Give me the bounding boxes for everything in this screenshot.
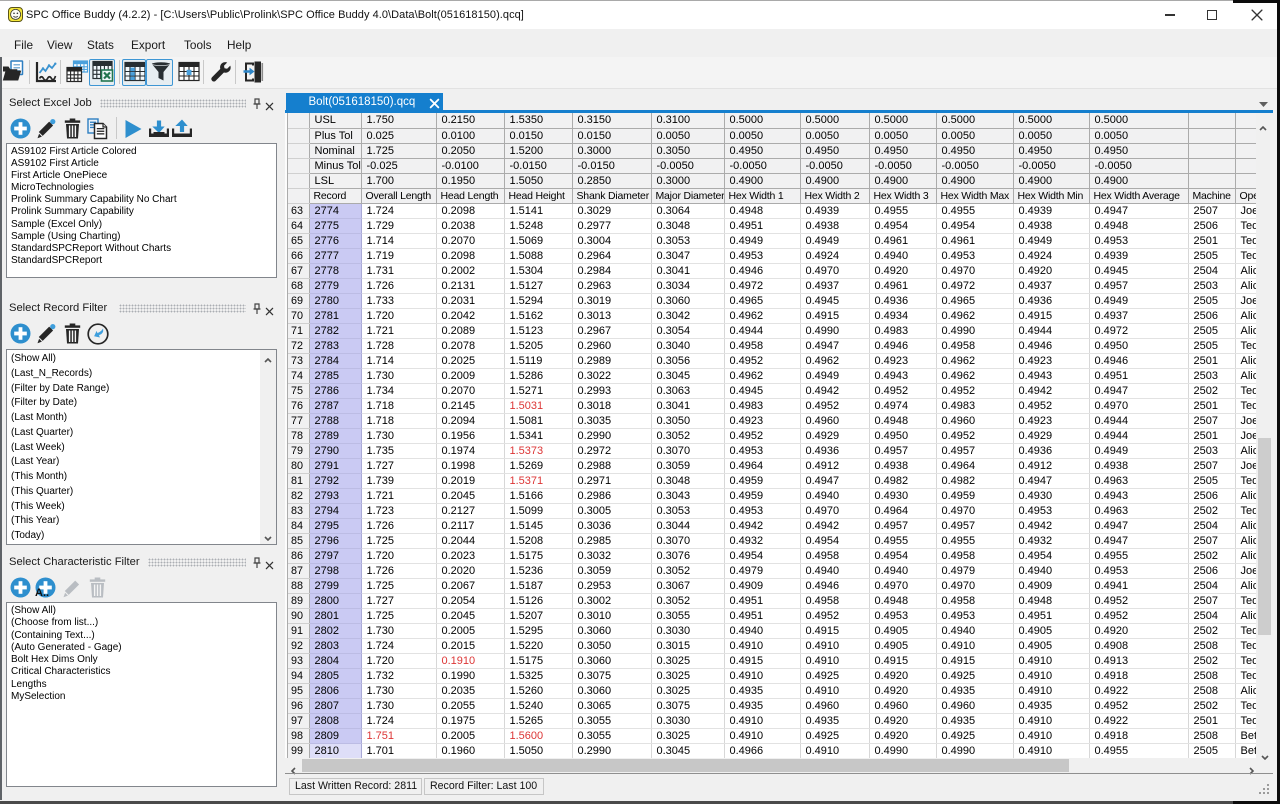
svg-text:A..: A.. — [35, 587, 49, 598]
